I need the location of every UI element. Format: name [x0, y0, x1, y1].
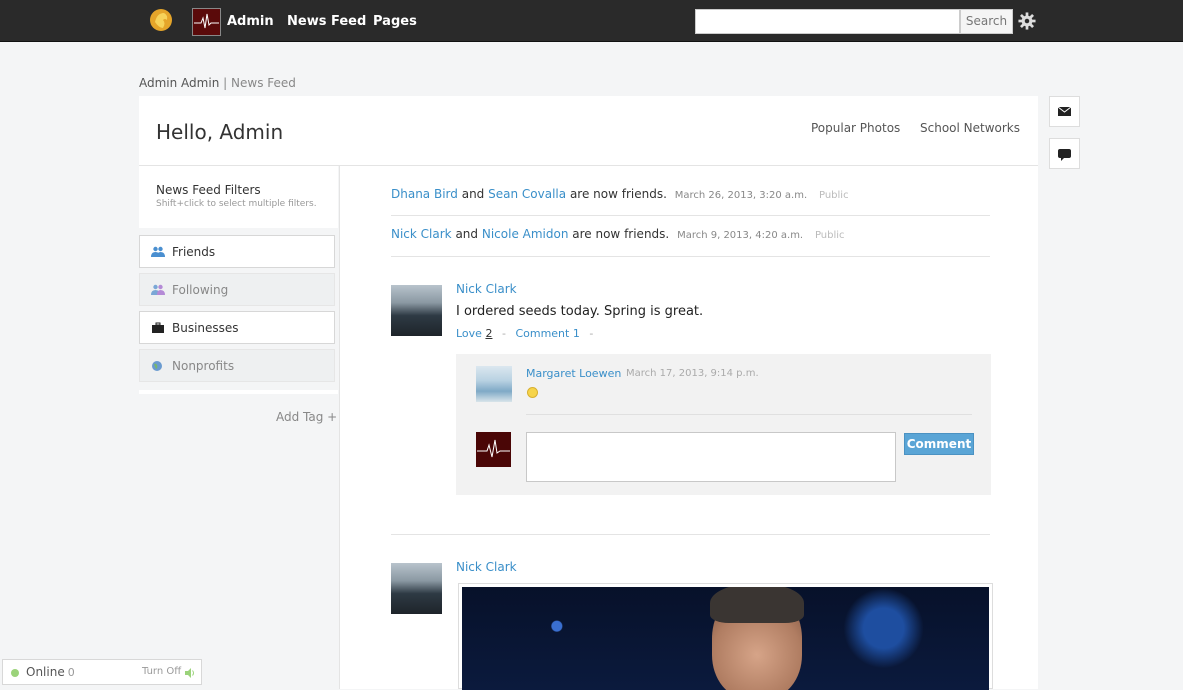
friends-icon [151, 246, 165, 257]
comment-timestamp: March 17, 2013, 9:14 p.m. [626, 368, 759, 379]
page-title: Hello, Admin [156, 120, 284, 144]
divider [391, 534, 990, 535]
user-avatar[interactable] [192, 8, 221, 36]
smiley-icon [527, 387, 538, 398]
speaker-icon[interactable] [184, 667, 196, 679]
online-count: 0 [67, 666, 75, 679]
post-photo[interactable] [458, 583, 993, 690]
filter-label: Friends [172, 245, 216, 259]
my-avatar [476, 432, 511, 467]
photo-subject-hair [710, 587, 804, 623]
user-link[interactable]: Sean Covalla [488, 187, 566, 201]
friendship-story: Nick Clark and Nicole Amidon are now fri… [391, 227, 845, 241]
filter-businesses[interactable]: Businesses [139, 311, 335, 344]
story-text: are now friends. [572, 227, 670, 241]
divider [526, 414, 972, 415]
nav-pages[interactable]: Pages [373, 14, 417, 29]
user-link[interactable]: Dhana Bird [391, 187, 458, 201]
love-count[interactable]: 2 [485, 327, 492, 340]
search-button[interactable]: Search [960, 9, 1013, 34]
user-link[interactable]: Nicole Amidon [482, 227, 569, 241]
chat-status-bar[interactable]: Online 0 Turn Off [2, 659, 202, 685]
post-text: I ordered seeds today. Spring is great. [456, 304, 704, 319]
chat-bubble-icon [1058, 149, 1071, 161]
filter-label: Nonprofits [172, 359, 235, 373]
filters-title: News Feed Filters [156, 183, 261, 197]
separator: - [501, 327, 506, 340]
add-tag-link[interactable]: Add Tag + [276, 410, 337, 424]
filters-sidebar: News Feed Filters Shift+click to select … [139, 166, 340, 689]
filter-friends[interactable]: Friends [139, 235, 335, 268]
lion-logo-icon[interactable] [149, 8, 173, 32]
breadcrumb-page: News Feed [231, 76, 296, 90]
page-header: Hello, Admin Popular Photos School Netwo… [139, 96, 1038, 166]
filter-label: Businesses [172, 321, 239, 335]
news-feed: Dhana Bird and Sean Covalla are now frie… [340, 166, 1038, 690]
top-navigation-bar: Admin News Feed Pages Search [0, 0, 1183, 42]
online-label: Online 0 [26, 665, 75, 679]
globe-icon [152, 361, 162, 371]
friendship-story: Dhana Bird and Sean Covalla are now frie… [391, 187, 849, 201]
post-author-name[interactable]: Nick Clark [456, 282, 517, 296]
popular-photos-link[interactable]: Popular Photos [811, 121, 900, 135]
breadcrumb-user[interactable]: Admin Admin [139, 76, 219, 90]
story-timestamp[interactable]: March 26, 2013, 3:20 a.m. [675, 190, 807, 201]
commenter-name[interactable]: Margaret Loewen [526, 367, 621, 380]
post-author-avatar[interactable] [391, 563, 442, 614]
briefcase-icon [152, 322, 164, 333]
user-link[interactable]: Nick Clark [391, 227, 452, 241]
nav-admin[interactable]: Admin [227, 14, 274, 29]
privacy-label: Public [818, 190, 849, 201]
online-text: Online [26, 665, 65, 679]
nav-news-feed[interactable]: News Feed [287, 14, 366, 29]
story-and: and [461, 187, 485, 201]
gear-icon[interactable] [1018, 12, 1036, 30]
story-and: and [455, 227, 479, 241]
search-input[interactable] [695, 9, 960, 34]
comment-link[interactable]: Comment 1 [515, 327, 579, 340]
divider [391, 256, 990, 257]
breadcrumb-separator: | [223, 76, 228, 90]
post-actions: Love 2 - Comment 1 - [456, 327, 599, 340]
filter-label: Following [172, 283, 229, 297]
commenter-avatar[interactable] [476, 366, 512, 402]
school-networks-link[interactable]: School Networks [920, 121, 1020, 135]
post-author-avatar[interactable] [391, 285, 442, 336]
story-timestamp[interactable]: March 9, 2013, 4:20 a.m. [677, 230, 803, 241]
filter-nonprofits[interactable]: Nonprofits [139, 349, 335, 382]
love-button[interactable]: Love [456, 327, 482, 340]
chat-button[interactable] [1049, 138, 1080, 169]
divider [391, 215, 990, 216]
envelope-icon [1057, 106, 1072, 116]
following-icon [151, 284, 165, 295]
messages-button[interactable] [1049, 96, 1080, 127]
filters-header: News Feed Filters Shift+click to select … [139, 166, 338, 228]
online-status-dot [11, 669, 19, 677]
privacy-label: Public [814, 230, 845, 241]
breadcrumb: Admin Admin | News Feed [139, 76, 296, 90]
post-author-name[interactable]: Nick Clark [456, 560, 517, 574]
story-text: are now friends. [569, 187, 667, 201]
comments-section: Margaret Loewen March 17, 2013, 9:14 p.m… [456, 354, 991, 495]
divider [139, 390, 338, 394]
comment-input[interactable] [526, 432, 896, 482]
separator: - [589, 327, 594, 340]
comment-button[interactable]: Comment [904, 433, 974, 455]
photo-image [462, 587, 989, 690]
turn-off-button[interactable]: Turn Off [142, 666, 181, 677]
filter-following[interactable]: Following [139, 273, 335, 306]
filters-subtitle: Shift+click to select multiple filters. [156, 199, 317, 209]
